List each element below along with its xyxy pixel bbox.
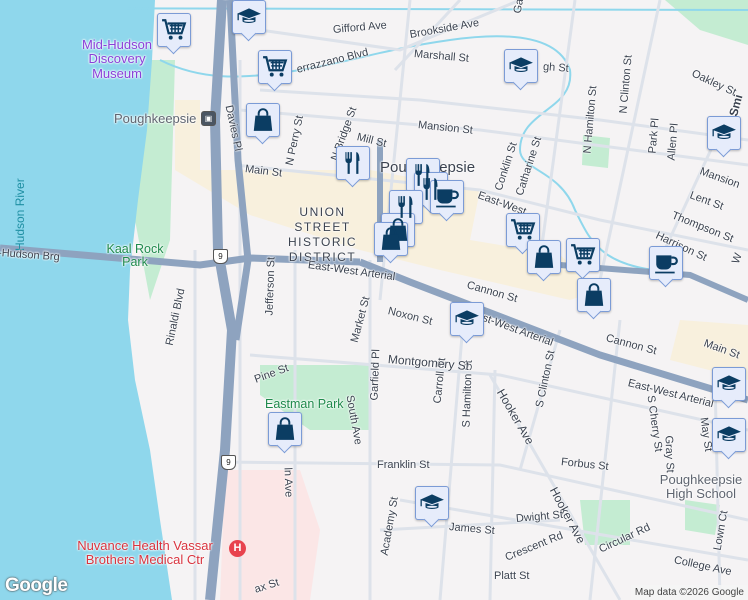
district-label: UNION STREET HISTORIC DISTRICT (287, 205, 358, 264)
street-label: Garfield Pl (368, 348, 383, 401)
street-label: Gray St (662, 435, 676, 473)
school-icon (711, 120, 737, 146)
bag-marker[interactable] (246, 103, 280, 137)
cart-icon (262, 54, 288, 80)
school-icon (454, 306, 480, 332)
cart-icon (510, 217, 536, 243)
bag-icon (250, 107, 276, 133)
bag-marker[interactable] (527, 240, 561, 274)
cafe-icon (434, 184, 460, 210)
school-marker[interactable] (712, 418, 746, 452)
google-logo: Google (5, 575, 68, 596)
cart-marker[interactable] (157, 13, 191, 47)
river-label: Hudson River (13, 178, 27, 251)
restaurant-icon (340, 150, 366, 176)
restaurant-marker[interactable] (336, 146, 370, 180)
high-school-label[interactable]: Poughkeepsie High School (656, 472, 746, 502)
museum-label[interactable]: Mid-Hudson Discovery Museum (62, 37, 172, 81)
street-label: Platt St (494, 570, 530, 582)
school-marker[interactable] (450, 302, 484, 336)
hospital-icon[interactable]: H (229, 540, 246, 557)
street-label: gh St (542, 61, 570, 75)
school-marker[interactable] (707, 116, 741, 150)
cart-marker[interactable] (566, 238, 600, 272)
bag-icon (272, 416, 298, 442)
school-marker[interactable] (232, 0, 266, 34)
street-label: Jefferson St (263, 256, 278, 316)
cart-icon (570, 242, 596, 268)
bag-marker[interactable] (374, 222, 408, 256)
bag-marker[interactable] (577, 278, 611, 312)
school-marker[interactable] (504, 49, 538, 83)
bag-icon (581, 282, 607, 308)
route-9-shield-south: 9 (221, 455, 236, 470)
school-icon (508, 53, 534, 79)
bag-marker[interactable] (268, 412, 302, 446)
map-canvas[interactable] (0, 0, 748, 600)
station-label[interactable]: Poughkeepsie (114, 111, 196, 126)
bag-icon (378, 226, 404, 252)
school-marker[interactable] (415, 486, 449, 520)
cafe-marker[interactable] (649, 246, 683, 280)
bag-icon (531, 244, 557, 270)
train-station-icon[interactable]: ▣ (201, 111, 216, 126)
street-label: Franklin St (377, 459, 430, 471)
kaal-rock-park-label[interactable]: Kaal Rock Park (100, 243, 170, 268)
cart-marker[interactable] (258, 50, 292, 84)
school-icon (236, 4, 262, 30)
hospital-label[interactable]: Nuvance Health Vassar Brothers Medical C… (60, 538, 230, 568)
school-icon (419, 490, 445, 516)
cafe-icon (653, 250, 679, 276)
cart-marker[interactable] (506, 213, 540, 247)
eastman-park-label[interactable]: Eastman Park (265, 398, 344, 411)
map-attribution[interactable]: Map data ©2026 Google (630, 585, 748, 600)
cart-icon (161, 17, 187, 43)
school-icon (716, 422, 742, 448)
cafe-marker[interactable] (430, 180, 464, 214)
route-9-shield: 9 (213, 249, 228, 264)
school-icon (716, 371, 742, 397)
street-label: ln Ave (281, 467, 295, 498)
school-marker[interactable] (712, 367, 746, 401)
